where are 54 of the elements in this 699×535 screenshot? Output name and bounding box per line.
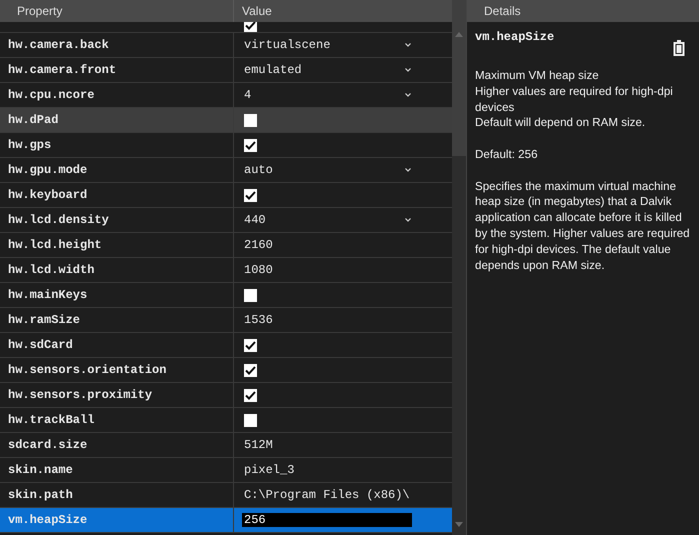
description-text: Default: 256 — [475, 146, 539, 163]
chevron-down-icon[interactable] — [404, 92, 412, 98]
chevron-down-icon[interactable] — [404, 167, 412, 173]
property-name: hw.lcd.width — [8, 262, 94, 279]
property-name: vm.heapSize — [8, 512, 88, 529]
description-text: Specifies the maximum virtual machine heap size (in megabytes) that a Dalvik application can allocate before it is killed by the system. Higher values are required for high-dpi devices. The default value depends upon RAM size. — [475, 178, 691, 274]
dropdown-value[interactable]: emulated — [244, 61, 302, 79]
checkbox[interactable] — [244, 414, 257, 426]
property-name: hw.ramSize — [8, 312, 80, 329]
chevron-down-icon[interactable] — [404, 67, 412, 73]
property-name: hw.trackBall — [8, 412, 94, 429]
value-input-field[interactable]: 256 — [242, 513, 412, 527]
property-name: hw.lcd.height — [8, 237, 102, 254]
property-name: hw.sensors.proximity — [8, 387, 152, 404]
property-value: 2160 — [244, 237, 273, 254]
property-name: hw.sdCard — [8, 337, 73, 354]
dropdown-value[interactable]: auto — [244, 161, 273, 179]
property-name: hw.sensors.orientation — [8, 362, 166, 379]
property-value: C:\Program Files (x86)\ — [244, 487, 410, 504]
property-name: hw.camera.back — [8, 37, 109, 54]
checkbox[interactable] — [244, 114, 257, 126]
checkbox[interactable] — [244, 188, 257, 202]
dropdown-value[interactable]: virtualscene — [244, 36, 330, 54]
property-name: hw.mainKeys — [8, 287, 88, 304]
checkbox[interactable] — [244, 388, 257, 402]
checkbox[interactable] — [244, 138, 257, 152]
description-text: Maximum VM heap size Higher values are required for high-dpi devices Default will depend on RAM size. — [475, 68, 674, 132]
property-name: hw.camera.front — [8, 62, 116, 79]
scroll-down-icon[interactable] — [455, 522, 463, 527]
panel-header: Details — [467, 0, 699, 22]
property-value: 1536 — [244, 312, 273, 329]
property-value: 1080 — [244, 262, 273, 279]
property-name: hw.dPad — [8, 112, 58, 129]
property-name: skin.path — [8, 487, 73, 504]
checkbox[interactable] — [244, 22, 257, 32]
dropdown-value[interactable]: 4 — [244, 86, 252, 104]
property-value: 512M — [244, 437, 273, 454]
checkbox[interactable] — [244, 288, 257, 302]
checkbox[interactable] — [244, 338, 257, 352]
property-name: hw.gpu.mode — [8, 162, 88, 179]
column-header[interactable]: Value — [234, 0, 452, 22]
trash-icon[interactable] — [673, 40, 685, 56]
property-name: sdcard.size — [8, 437, 88, 454]
property-name: hw.lcd.density — [8, 212, 109, 229]
property-name: hw.keyboard — [8, 187, 88, 204]
dropdown-value[interactable]: 440 — [244, 211, 266, 229]
details-title: vm.heapSize — [475, 30, 554, 46]
checkbox[interactable] — [244, 364, 257, 376]
property-name: hw.gps — [8, 137, 52, 154]
chevron-down-icon[interactable] — [404, 217, 412, 223]
property-name: skin.name — [8, 462, 73, 479]
chevron-down-icon[interactable] — [404, 42, 412, 48]
property-name: hw.cpu.ncore — [8, 87, 94, 104]
property-value: pixel_3 — [244, 462, 294, 479]
